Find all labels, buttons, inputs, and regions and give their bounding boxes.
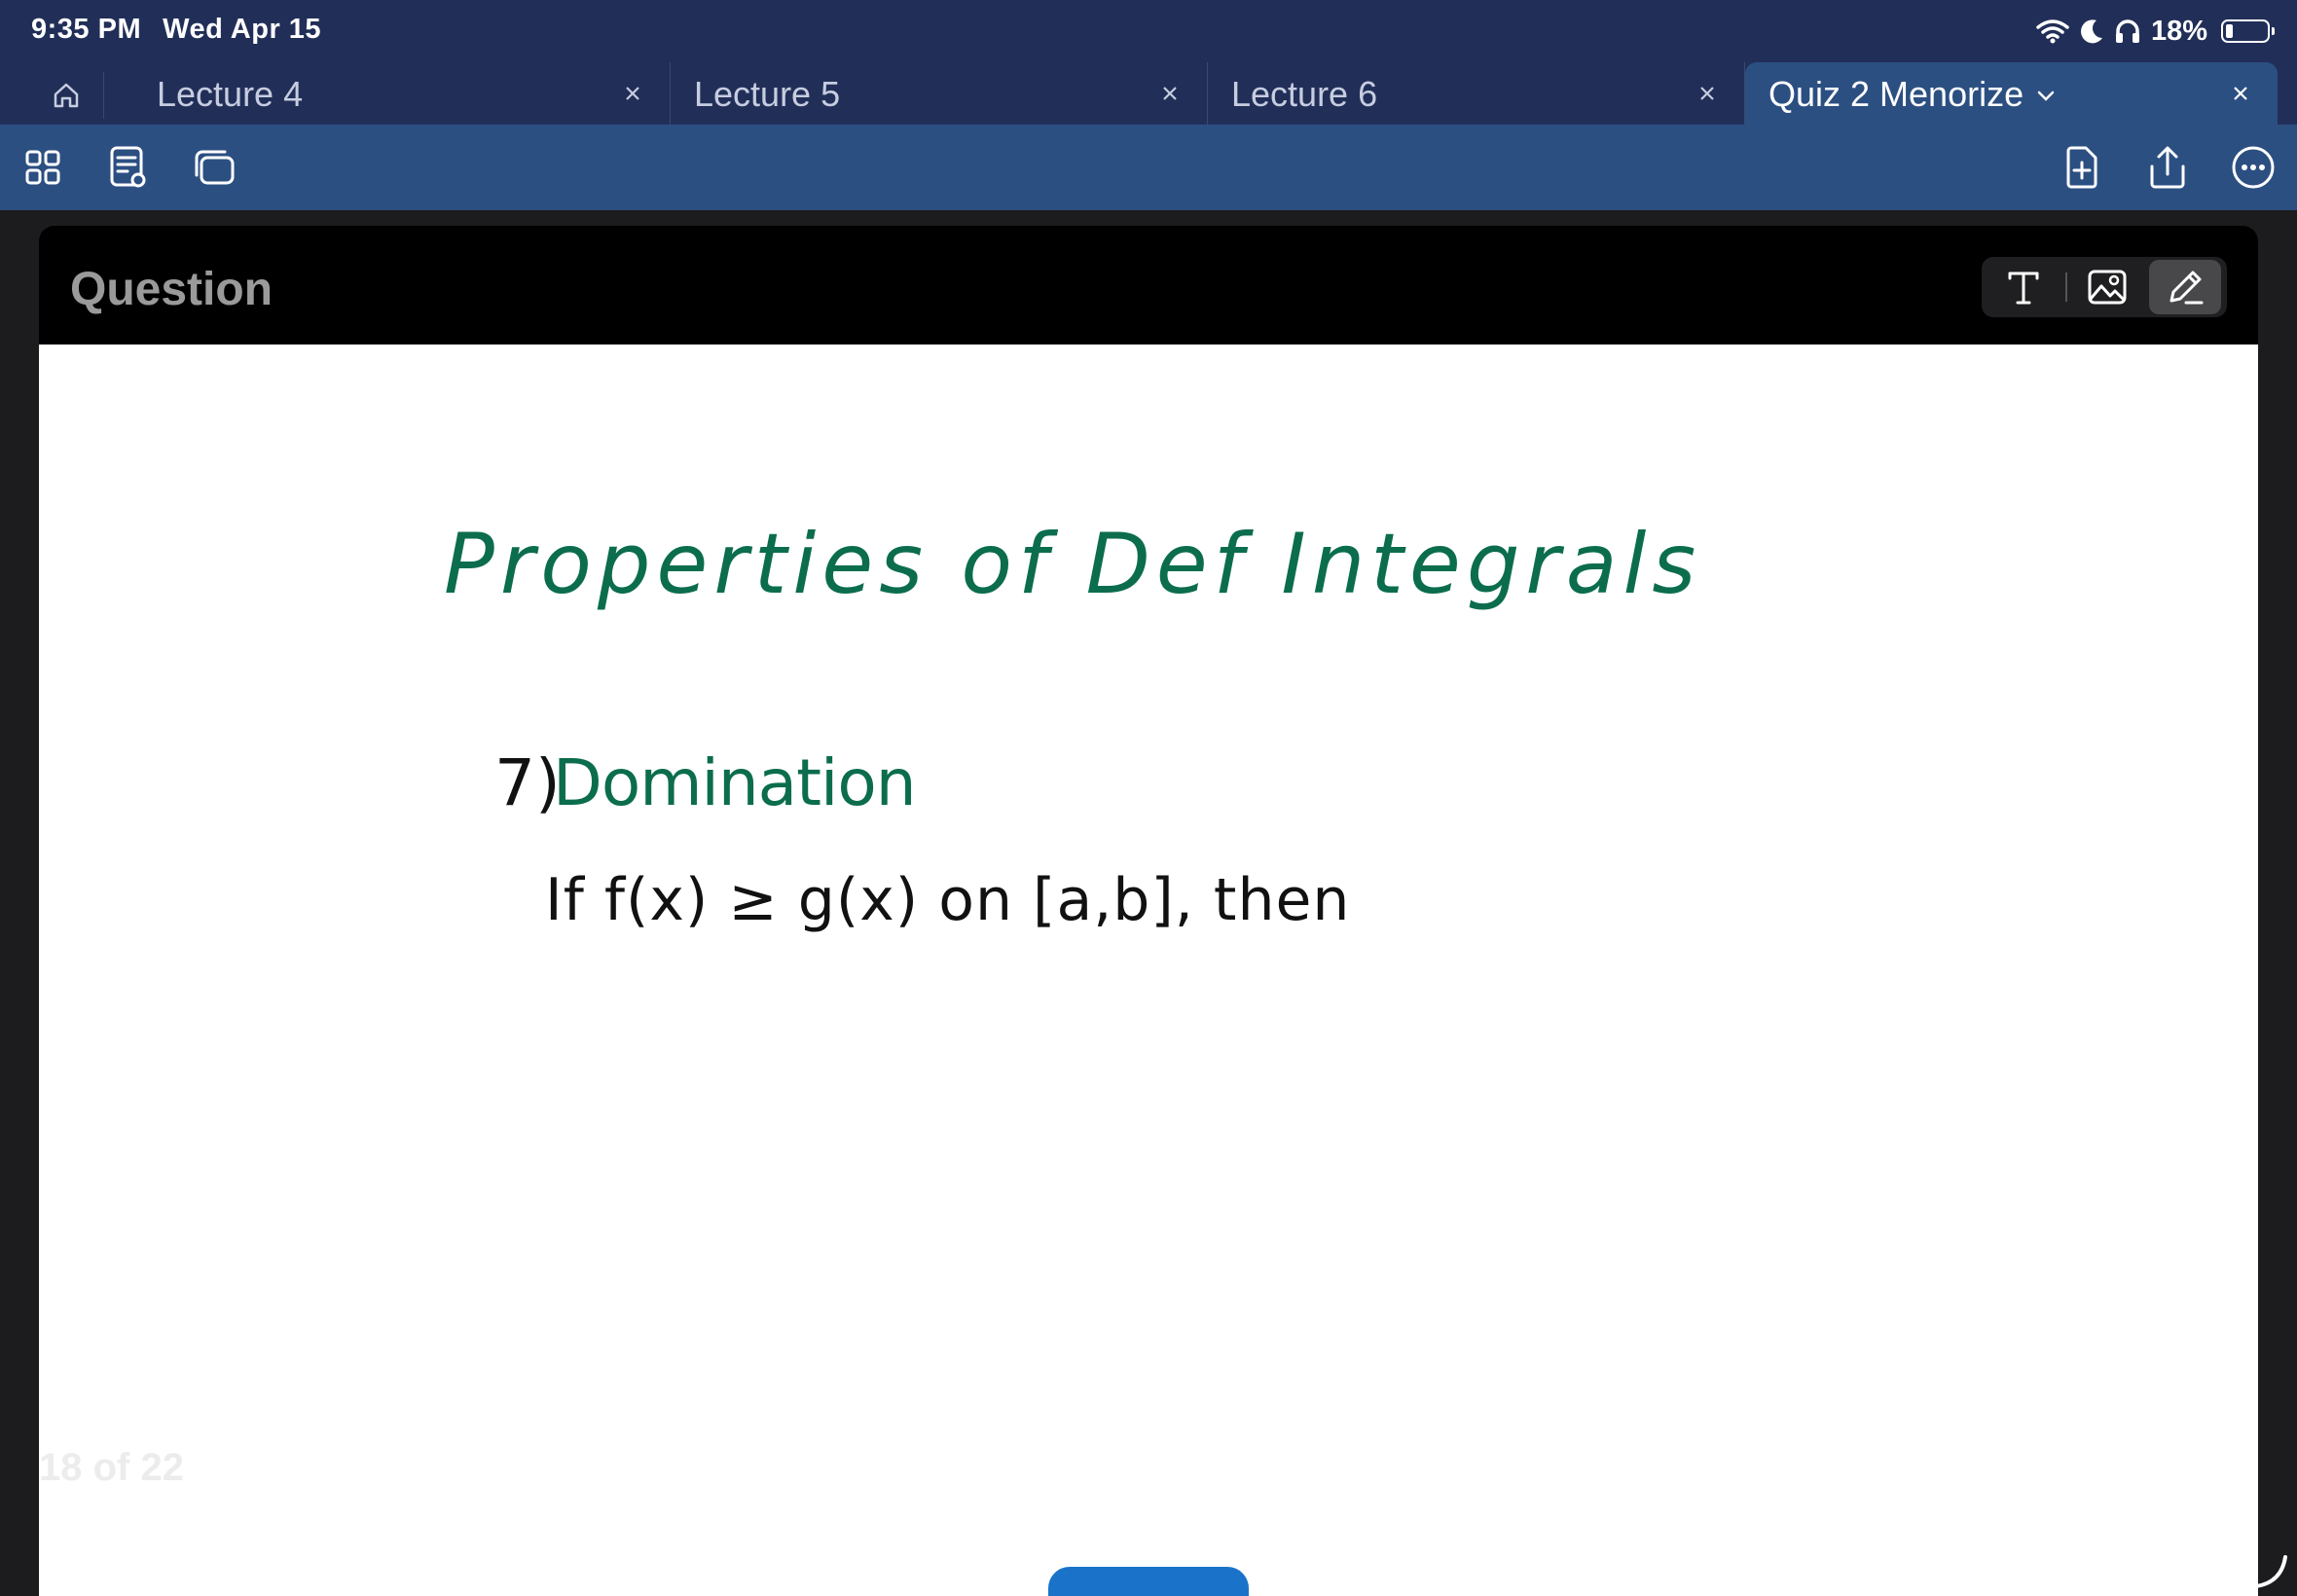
input-mode-toolbar	[1982, 257, 2227, 317]
question-card-header: Question	[39, 226, 2258, 345]
add-page-button[interactable]	[2059, 144, 2105, 191]
question-canvas[interactable]: Properties of Def Integrals 7) Dominatio…	[39, 345, 2258, 1596]
image-tool-button[interactable]	[2071, 260, 2143, 314]
status-date: Wed Apr 15	[163, 14, 322, 45]
home-button[interactable]	[29, 72, 104, 119]
app-screen: 9:35 PM Wed Apr 15 18% Lecture 4 Lecture…	[0, 0, 2297, 1596]
scroll-indicator	[2254, 1555, 2287, 1588]
add-page-icon	[2066, 146, 2097, 189]
reveal-answer-button[interactable]	[1048, 1567, 1249, 1596]
cards-button[interactable]	[191, 144, 237, 191]
note-preview-button[interactable]	[105, 144, 152, 191]
tab-close-button[interactable]	[2227, 80, 2254, 107]
tab-lecture-6[interactable]: Lecture 6	[1208, 62, 1745, 125]
more-icon	[2232, 146, 2275, 189]
status-indicators: 18%	[2036, 12, 2275, 51]
status-bar: 9:35 PM Wed Apr 15 18%	[0, 0, 2297, 62]
tab-close-button[interactable]	[1156, 80, 1184, 107]
close-icon	[2234, 87, 2247, 100]
pen-tool-icon	[2169, 271, 2204, 305]
handwritten-item-number: 7)	[494, 745, 561, 820]
share-icon	[2150, 146, 2185, 189]
home-icon	[54, 83, 79, 108]
tab-lecture-4[interactable]: Lecture 4	[133, 62, 671, 125]
tab-close-button[interactable]	[1694, 80, 1721, 107]
tab-label: Lecture 5	[694, 74, 841, 114]
close-icon	[626, 87, 639, 100]
tab-quiz-2-menorize[interactable]: Quiz 2 Menorize	[1745, 62, 2278, 125]
tool-separator	[2065, 272, 2067, 302]
toolbar	[0, 125, 2297, 210]
share-button[interactable]	[2144, 144, 2191, 191]
handwritten-statement: If f(x) ≥ g(x) on [a,b], then	[545, 866, 1351, 934]
battery-level	[2226, 24, 2233, 38]
tab-label: Lecture 4	[157, 74, 304, 114]
status-time: 9:35 PM	[31, 14, 142, 45]
cards-icon	[195, 150, 235, 185]
tab-label: Lecture 6	[1231, 74, 1378, 114]
page-counter: 18 of 22	[39, 1446, 184, 1489]
tab-label: Quiz 2 Menorize	[1768, 74, 2055, 115]
text-tool-icon	[2008, 272, 2039, 305]
close-icon	[1700, 87, 1714, 100]
handwritten-item-title: Domination	[553, 745, 917, 820]
image-tool-icon	[2088, 270, 2127, 305]
more-button[interactable]	[2230, 144, 2277, 191]
handwritten-title: Properties of Def Integrals	[444, 516, 1702, 613]
tab-lecture-5[interactable]: Lecture 5	[671, 62, 1208, 125]
pen-tool-button[interactable]	[2149, 260, 2221, 314]
tab-label-text: Quiz 2 Menorize	[1768, 74, 2024, 114]
grid-view-button[interactable]	[19, 144, 66, 191]
battery-icon	[2221, 19, 2275, 43]
close-icon	[1163, 87, 1177, 100]
headphones-icon	[2115, 19, 2139, 43]
note-preview-icon	[110, 146, 146, 188]
battery-percent: 18%	[2150, 15, 2207, 47]
tab-bar: Lecture 4 Lecture 5 Lecture 6 Quiz 2 Men…	[0, 62, 2297, 125]
wifi-icon	[2036, 19, 2069, 44]
grid-icon	[25, 150, 60, 185]
text-tool-button[interactable]	[1987, 260, 2060, 314]
question-heading: Question	[70, 264, 273, 315]
tab-close-button[interactable]	[619, 80, 646, 107]
chevron-down-icon[interactable]	[2037, 91, 2055, 102]
moon-icon	[2080, 19, 2102, 44]
status-datetime: 9:35 PM Wed Apr 15	[31, 14, 343, 46]
